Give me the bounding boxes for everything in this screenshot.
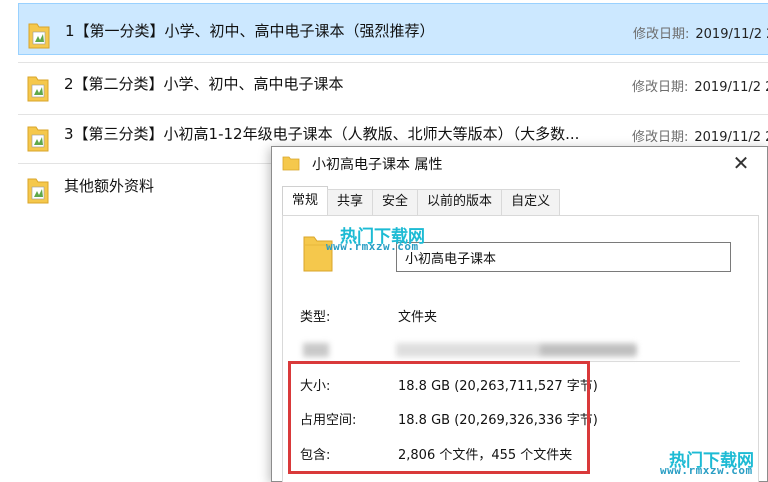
redacted-location: [540, 345, 636, 355]
modified-date: 修改日期: 2019/11/2 2: [633, 27, 768, 42]
file-name[interactable]: 2【第二分类】小学、初中、高中电子课本: [64, 73, 344, 94]
file-name[interactable]: 其他额外资料: [64, 175, 154, 196]
folder-icon: [27, 20, 51, 50]
file-name[interactable]: 3【第三分类】小初高1-12年级电子课本（人教版、北师大等版本）（大多数...: [64, 123, 579, 144]
folder-icon: [26, 123, 50, 153]
file-name[interactable]: 1【第一分类】小学、初中、高中电子课本（强烈推荐）: [65, 20, 435, 41]
close-icon[interactable]: ✕: [729, 151, 753, 175]
watermark-url: www.rmxzw.com: [326, 240, 419, 253]
folder-icon: [26, 73, 50, 103]
tab-security[interactable]: 安全: [372, 189, 419, 215]
file-row[interactable]: 2【第二分类】小学、初中、高中电子课本 修改日期: 2019/11/2 2: [0, 57, 768, 109]
dialog-titlebar[interactable]: 小初高电子课本 属性 ✕: [272, 147, 767, 179]
modified-date: 修改日期: 2019/11/2 2: [632, 130, 768, 145]
tab-bar: 常规 共享 安全 以前的版本 自定义: [282, 186, 561, 215]
dialog-title: 小初高电子课本 属性: [312, 157, 443, 173]
file-row[interactable]: 1【第一分类】小学、初中、高中电子课本（强烈推荐） 修改日期: 2019/11/2…: [18, 3, 768, 55]
tab-sharing[interactable]: 共享: [327, 189, 374, 215]
tab-previous-versions[interactable]: 以前的版本: [417, 189, 503, 215]
folder-icon: [282, 155, 300, 171]
type-value: 文件夹: [398, 310, 438, 325]
folder-name-field[interactable]: [396, 242, 731, 272]
tab-general[interactable]: 常规: [282, 186, 329, 215]
redacted-label: [303, 343, 329, 357]
watermark-url: www.rmxzw.com: [660, 464, 753, 477]
folder-icon: [26, 175, 50, 205]
highlight-annotation: [288, 361, 590, 474]
type-label: 类型:: [300, 310, 331, 325]
tab-customize[interactable]: 自定义: [501, 189, 561, 215]
modified-date: 修改日期: 2019/11/2 2: [632, 80, 768, 95]
